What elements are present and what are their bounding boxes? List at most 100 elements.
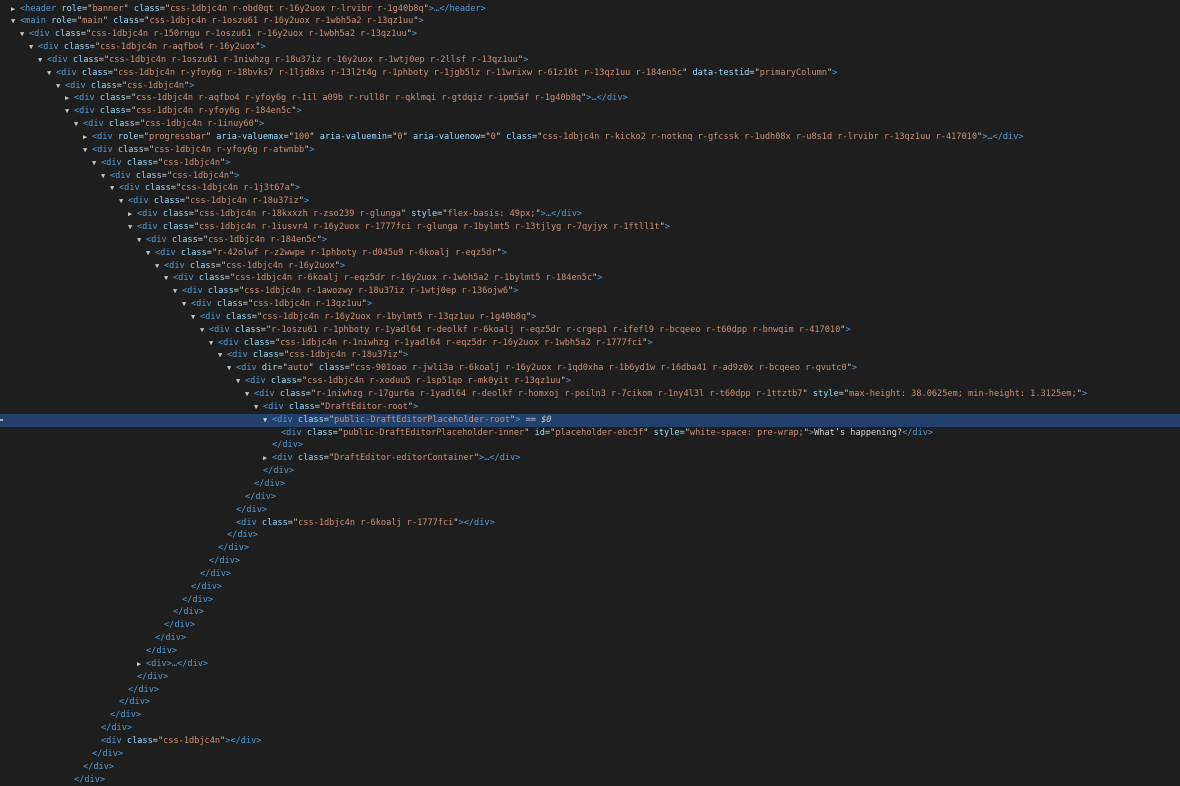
dom-node-row[interactable]: ▼<div class="css-1dbjc4n r-18u37iz"> <box>0 195 1180 208</box>
dom-node-row[interactable]: ▼<div class="css-1dbjc4n r-1inuy60"> <box>0 118 1180 131</box>
dom-node-row[interactable]: </div> <box>0 465 1180 478</box>
caret-down-icon[interactable]: ▼ <box>110 182 119 195</box>
dom-node-row[interactable]: </div> <box>0 696 1180 709</box>
dom-node-row[interactable]: </div> <box>0 542 1180 555</box>
dom-node-row[interactable]: </div> <box>0 555 1180 568</box>
caret-right-icon[interactable]: ▶ <box>83 131 92 144</box>
dom-node-row[interactable]: </div> <box>0 645 1180 658</box>
attribute-equals: =" <box>545 428 555 438</box>
caret-down-icon[interactable]: ▼ <box>47 67 56 80</box>
attribute-quote: " <box>401 209 406 219</box>
dom-node-row[interactable]: </div> <box>0 619 1180 632</box>
dom-node-row[interactable]: ▶<div class="css-1dbjc4n r-aqfbo4 r-yfoy… <box>0 92 1180 105</box>
caret-down-icon[interactable]: ▼ <box>209 337 218 350</box>
dom-node-row[interactable]: ▼<div class="css-1dbjc4n"> <box>0 170 1180 183</box>
caret-down-icon[interactable]: ▼ <box>164 272 173 285</box>
dom-node-row[interactable]: ▼<div class="css-1dbjc4n r-18u37iz"> <box>0 349 1180 362</box>
dom-node-row[interactable]: </div> <box>0 722 1180 735</box>
caret-down-icon[interactable]: ▼ <box>11 15 20 28</box>
dom-node-row[interactable]: </div> <box>0 491 1180 504</box>
dom-node-row[interactable]: </div> <box>0 684 1180 697</box>
caret-down-icon[interactable]: ▼ <box>101 170 110 183</box>
dom-node-row[interactable]: ▼<div class="css-1dbjc4n r-1niwhzg r-1ya… <box>0 337 1180 350</box>
dom-node-row[interactable]: </div> <box>0 568 1180 581</box>
caret-down-icon[interactable]: ▼ <box>227 362 236 375</box>
dom-node-row[interactable]: </div> <box>0 594 1180 607</box>
dom-node-row[interactable]: </div> <box>0 529 1180 542</box>
dom-node-row[interactable]: ▼<div class="css-1dbjc4n r-1awozwy r-18u… <box>0 285 1180 298</box>
caret-down-icon[interactable]: ▼ <box>20 28 29 41</box>
dom-node-row[interactable]: ▼<div class="css-1dbjc4n r-13qz1uu"> <box>0 298 1180 311</box>
tag-tail: > <box>413 402 418 412</box>
caret-down-icon[interactable]: ▼ <box>191 311 200 324</box>
dom-node-row[interactable]: ▼<div class="r-1oszu61 r-1phboty r-1yadl… <box>0 324 1180 337</box>
dom-node-row[interactable]: ▼<div class="css-1dbjc4n"> <box>0 157 1180 170</box>
dom-node-row[interactable]: </div> <box>0 632 1180 645</box>
dom-node-row[interactable]: ▼<div class="css-1dbjc4n r-16y2uox r-1by… <box>0 311 1180 324</box>
dom-node-row[interactable]: </div> <box>0 581 1180 594</box>
caret-down-icon[interactable]: ▼ <box>65 105 74 118</box>
dom-node-row[interactable]: ▼<div class="DraftEditor-root"> <box>0 401 1180 414</box>
caret-down-icon[interactable]: ▼ <box>38 54 47 67</box>
caret-down-icon[interactable]: ▼ <box>182 298 191 311</box>
dom-node-row[interactable]: ▼<div class="css-1dbjc4n r-1oszu61 r-1ni… <box>0 54 1180 67</box>
dom-node-row[interactable]: ▼<div class="css-1dbjc4n r-yfoy6g r-atwn… <box>0 144 1180 157</box>
caret-down-icon[interactable]: ▼ <box>173 285 182 298</box>
dom-node-row[interactable]: ▼<div class="css-1dbjc4n r-1iusvr4 r-16y… <box>0 221 1180 234</box>
caret-down-icon[interactable]: ▼ <box>92 157 101 170</box>
dom-node-row[interactable]: ▼<div class="css-1dbjc4n r-1j3t67a"> <box>0 182 1180 195</box>
caret-down-icon[interactable]: ▼ <box>263 414 272 427</box>
caret-down-icon[interactable]: ▼ <box>155 260 164 273</box>
caret-down-icon[interactable]: ▼ <box>218 349 227 362</box>
dom-node-row[interactable]: ▼<main role="main" class="css-1dbjc4n r-… <box>0 15 1180 28</box>
caret-right-icon[interactable]: ▶ <box>263 452 272 465</box>
dom-node-row[interactable]: ▶<div>…</div> <box>0 658 1180 671</box>
selected-dom-node-row[interactable]: ▼<div class="public-DraftEditorPlacehold… <box>0 414 1180 427</box>
dom-node-row[interactable]: ▼<div class="r-1niwhzg r-17gur6a r-1yadl… <box>0 388 1180 401</box>
dom-node-row[interactable]: ▼<div class="css-1dbjc4n r-aqfbo4 r-16y2… <box>0 41 1180 54</box>
dom-node-row[interactable]: ▶<header role="banner" class="css-1dbjc4… <box>0 3 1180 16</box>
dom-node-row[interactable]: </div> <box>0 439 1180 452</box>
caret-down-icon[interactable]: ▼ <box>146 247 155 260</box>
dom-node-row[interactable]: ▼<div dir="auto" class="css-901oao r-jwl… <box>0 362 1180 375</box>
caret-right-icon[interactable]: ▶ <box>65 92 74 105</box>
dom-node-row[interactable]: <div class="css-1dbjc4n r-6koalj r-1777f… <box>0 517 1180 530</box>
dom-node-row[interactable]: <div class="css-1dbjc4n"></div> <box>0 735 1180 748</box>
dom-node-row[interactable]: ▶<div role="progressbar" aria-valuemax="… <box>0 131 1180 144</box>
dom-node-row[interactable]: ▼<div class="css-1dbjc4n"> <box>0 80 1180 93</box>
caret-down-icon[interactable]: ▼ <box>74 118 83 131</box>
caret-down-icon[interactable]: ▼ <box>119 195 128 208</box>
dom-node-row[interactable]: </div> <box>0 709 1180 722</box>
dom-node-row[interactable]: ▶<div class="css-1dbjc4n r-18kxxzh r-zso… <box>0 208 1180 221</box>
caret-down-icon[interactable]: ▼ <box>245 388 254 401</box>
caret-down-icon[interactable]: ▼ <box>83 144 92 157</box>
caret-down-icon[interactable]: ▼ <box>56 80 65 93</box>
dom-node-row[interactable]: </div> <box>0 478 1180 491</box>
dom-node-row[interactable]: ▼<div class="css-1dbjc4n r-6koalj r-eqz5… <box>0 272 1180 285</box>
dom-node-row[interactable]: </div> <box>0 606 1180 619</box>
dom-node-row[interactable]: </div> <box>0 761 1180 774</box>
caret-right-icon[interactable]: ▶ <box>11 3 20 16</box>
dom-node-row[interactable]: ▼<div class="css-1dbjc4n r-yfoy6g r-18bv… <box>0 67 1180 80</box>
dom-node-row[interactable]: ▼<div class="css-1dbjc4n r-yfoy6g r-184e… <box>0 105 1180 118</box>
dom-node-row[interactable]: ▼<div class="css-1dbjc4n r-184en5c"> <box>0 234 1180 247</box>
caret-right-icon[interactable]: ▶ <box>128 208 137 221</box>
dom-node-row[interactable]: ▶<div class="DraftEditor-editorContainer… <box>0 452 1180 465</box>
caret-down-icon[interactable]: ▼ <box>128 221 137 234</box>
dom-node-row[interactable]: <div class="public-DraftEditorPlaceholde… <box>0 427 1180 440</box>
dom-node-row[interactable]: </div> <box>0 504 1180 517</box>
dom-node-row[interactable]: </div> <box>0 671 1180 684</box>
dom-node-row[interactable]: ▼<div class="css-1dbjc4n r-150rngu r-1os… <box>0 28 1180 41</box>
dom-node-row[interactable]: ▼<div class="r-42olwf r-z2wwpe r-1phboty… <box>0 247 1180 260</box>
dom-node-row[interactable]: </div> <box>0 748 1180 761</box>
tag-close: </div> <box>902 428 933 438</box>
caret-down-icon[interactable]: ▼ <box>236 375 245 388</box>
caret-down-icon[interactable]: ▼ <box>29 41 38 54</box>
caret-right-icon[interactable]: ▶ <box>137 658 146 671</box>
dom-node-row[interactable]: </div> <box>0 774 1180 786</box>
dom-node-row[interactable]: ▼<div class="css-1dbjc4n r-16y2uox"> <box>0 260 1180 273</box>
caret-down-icon[interactable]: ▼ <box>254 401 263 414</box>
caret-down-icon[interactable]: ▼ <box>137 234 146 247</box>
caret-down-icon[interactable]: ▼ <box>200 324 209 337</box>
dom-node-row[interactable]: ▼<div class="css-1dbjc4n r-xoduu5 r-1sp5… <box>0 375 1180 388</box>
